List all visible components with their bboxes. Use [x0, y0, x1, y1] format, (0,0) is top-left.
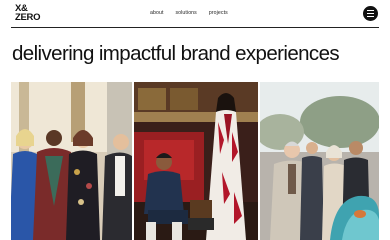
hamburger-menu-icon: [367, 10, 374, 12]
gallery-photo-fashion-scene[interactable]: [134, 82, 258, 240]
gallery-photo-event-group[interactable]: [11, 82, 132, 240]
site-header: X& ZERO about solutions projects: [0, 0, 390, 30]
fashion-scene-image: [134, 82, 258, 240]
nav-link-solutions[interactable]: solutions: [175, 10, 196, 16]
photo-gallery: [11, 82, 379, 240]
main-nav: about solutions projects: [150, 10, 228, 16]
hero-headline: delivering impactful brand experiences: [12, 42, 340, 65]
outdoor-visit-image: [260, 82, 379, 240]
logo-line-2: ZERO: [15, 12, 41, 23]
nav-link-projects[interactable]: projects: [209, 10, 228, 16]
header-divider: [11, 27, 379, 28]
nav-link-about[interactable]: about: [150, 10, 163, 16]
event-group-image: [11, 82, 132, 240]
menu-button[interactable]: [363, 6, 378, 21]
brand-logo[interactable]: X& ZERO: [15, 4, 41, 23]
gallery-photo-outdoor-visit[interactable]: [260, 82, 379, 240]
